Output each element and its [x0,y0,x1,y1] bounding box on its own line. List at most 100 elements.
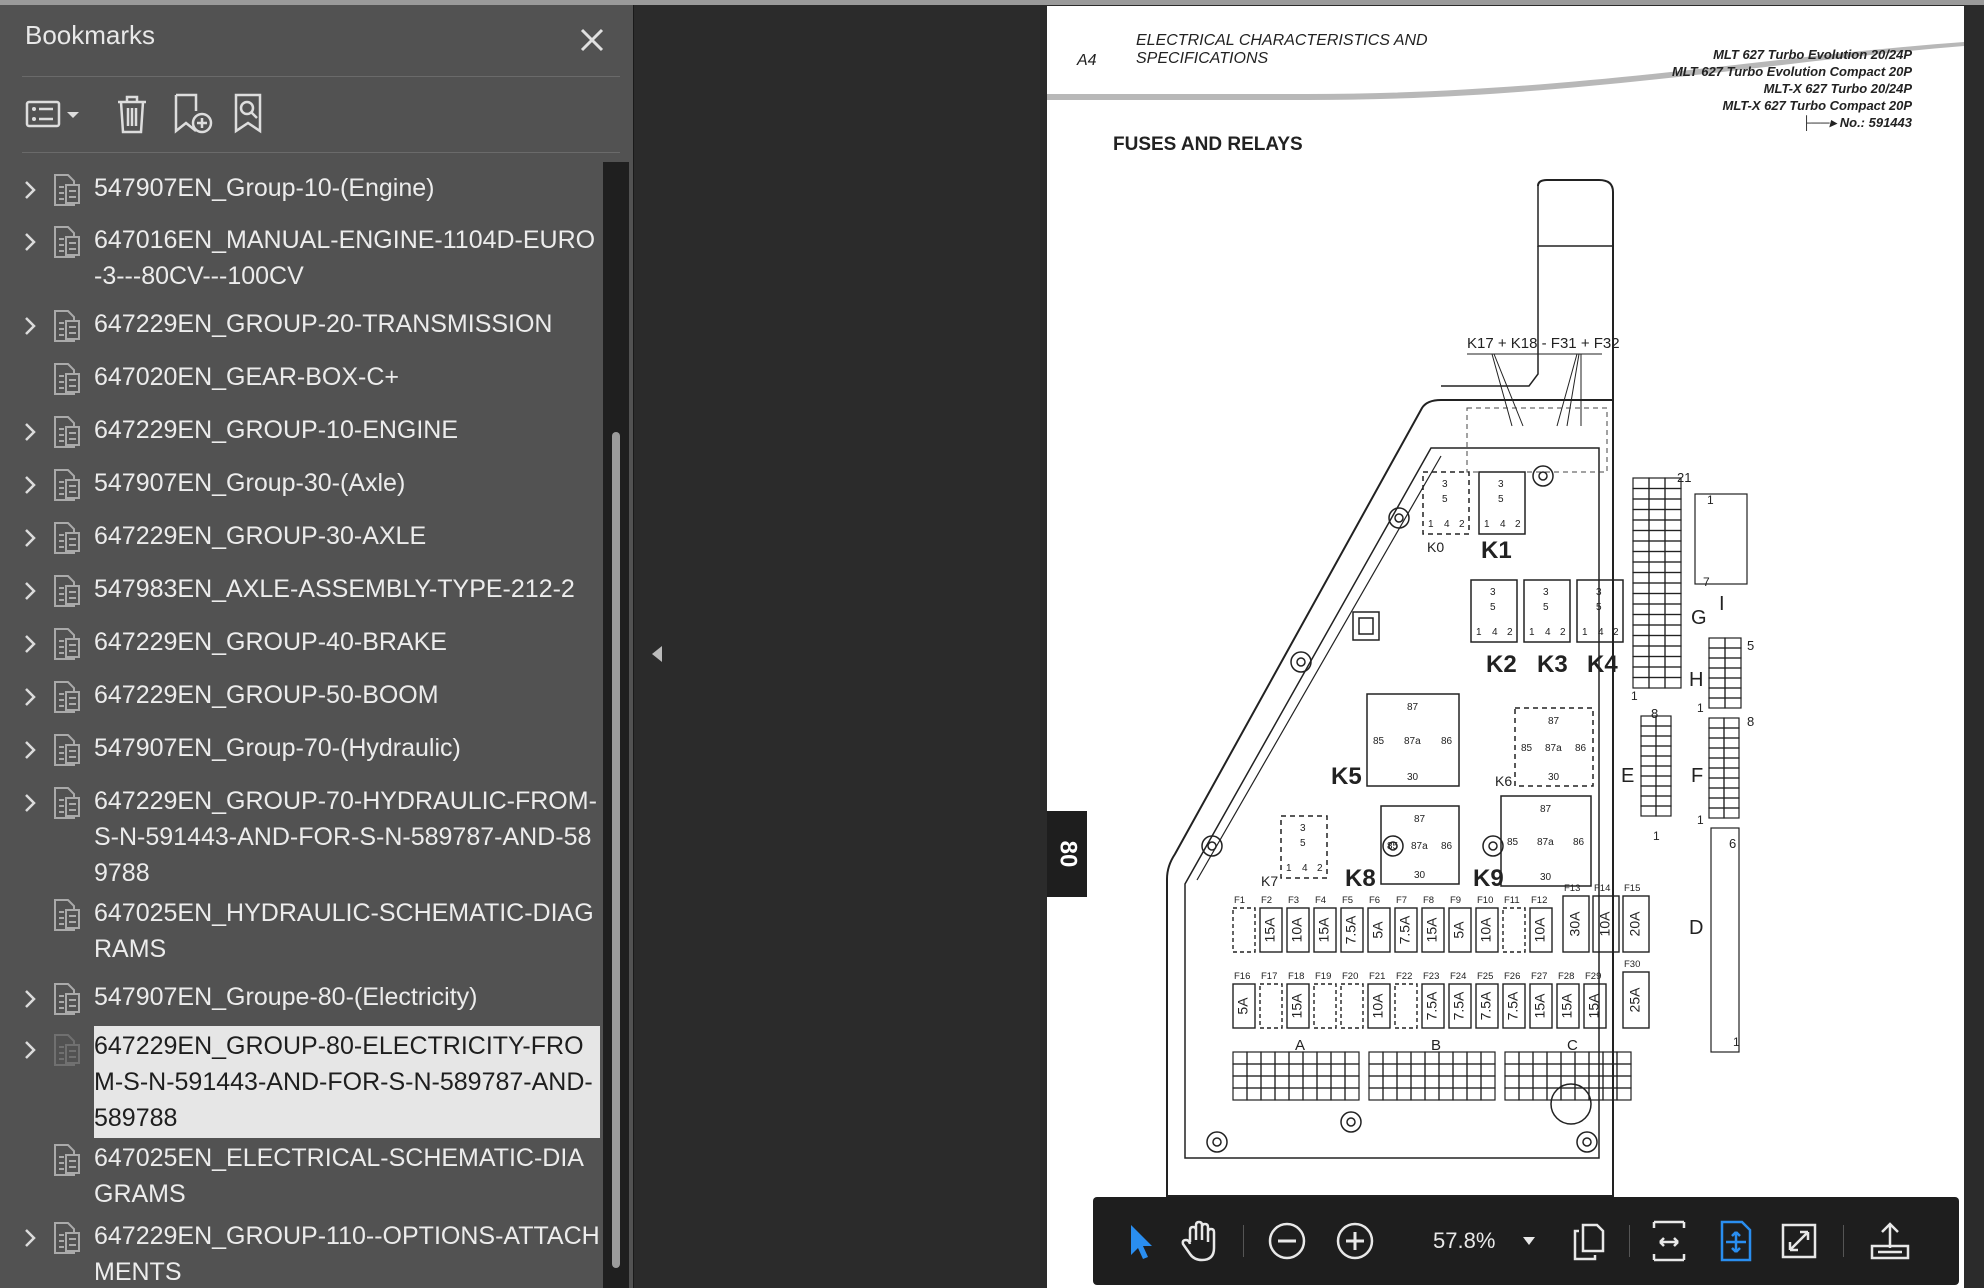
export-icon[interactable] [1863,1215,1917,1267]
relay-pin-label: 85 [1507,837,1519,848]
relay-pin-label: 1 [1582,627,1588,638]
small-relays: 351 4 2351 4 2351 4 2351 4 2351 4 2351 4 2 [1280,471,1624,879]
connector-cell [1664,603,1682,616]
document-icon [52,627,82,661]
connector-cell [1664,666,1682,679]
connector-cell [1640,755,1657,767]
chevron-right-icon[interactable] [20,987,40,1011]
fuse [1394,983,1418,1029]
chevron-right-icon[interactable] [20,1226,40,1250]
zoom-in-icon[interactable] [1329,1215,1381,1267]
hand-pan-icon[interactable] [1173,1215,1227,1267]
select-arrow-icon[interactable] [1117,1215,1161,1267]
fuse-rating: 5A [1370,921,1386,939]
relay-pin-label: 85 [1521,743,1533,754]
pin-number: 7 [1703,575,1710,589]
connector-cell [1640,795,1657,807]
page-view-icon[interactable] [1563,1215,1615,1267]
chevron-right-icon[interactable] [20,230,40,254]
connector-d [1710,827,1740,1053]
connector-cell [1260,1063,1276,1077]
connector-cell [1518,1051,1534,1065]
chevron-right-icon[interactable] [20,685,40,709]
connector-cell [1532,1063,1548,1077]
relay-pin-label: 85 [1387,841,1399,852]
connector-cell [1724,697,1742,709]
chevron-right-icon[interactable] [20,1038,40,1062]
document-icon [52,1033,82,1067]
connector-cell [1648,634,1666,647]
zoom-level-dropdown[interactable]: 57.8% [1419,1215,1537,1267]
pin-number: 8 [1747,714,1754,729]
pin-number: 1 [1653,829,1660,843]
chevron-right-icon[interactable] [20,420,40,444]
chevron-right-icon[interactable] [20,526,40,550]
connector-cell [1466,1087,1482,1101]
connector-cell [1655,745,1672,757]
chevron-right-icon[interactable] [20,473,40,497]
fit-width-icon[interactable] [1643,1215,1695,1267]
chevron-right-icon[interactable] [20,738,40,762]
fuse-id: F23 [1423,971,1439,982]
chevron-down-icon [1523,1237,1535,1245]
bookmark-list: 547907EN_Group-10-(Engine) 647016EN_MANU… [0,156,600,1288]
connector-cell [1723,757,1740,769]
connector-cell [1344,1075,1360,1089]
connector-cell [1655,735,1672,747]
connector-cell [1664,550,1682,563]
fuse-rating: 7.5A [1478,991,1494,1020]
relay-pin-label: 4 [1500,519,1506,530]
fuse-id: F1 [1234,895,1245,906]
connector-cell [1723,807,1740,819]
connector-cell [1664,624,1682,637]
fuse-id: F16 [1234,971,1250,982]
chevron-right-icon[interactable] [20,178,40,202]
fuse-block: F1 F215AF310AF415AF57.5AF65AF77.5AF815AF9… [1232,883,1650,1029]
connector-cell [1452,1063,1468,1077]
chevron-right-icon[interactable] [20,632,40,656]
relay-pin-label: 87a [1411,841,1428,852]
connector-cell [1708,647,1726,659]
close-icon[interactable] [574,22,610,58]
fuse-id: F20 [1342,971,1358,982]
document-icon [52,521,82,555]
connector-cell [1655,805,1672,817]
add-bookmark-icon[interactable] [168,88,218,140]
connector-cell [1723,797,1740,809]
fullscreen-icon[interactable] [1773,1215,1825,1267]
relay-pin-label: 3 [1442,479,1448,490]
chevron-right-icon[interactable] [20,791,40,815]
relay-pin-label: 30 [1407,772,1419,783]
fuse-id: F2 [1261,895,1272,906]
document-icon [52,574,82,608]
connector-cell [1504,1075,1520,1089]
connector-cell [1246,1051,1262,1065]
connector-cell [1546,1075,1562,1089]
scrollbar-thumb[interactable] [612,432,620,1268]
connector-cell [1632,592,1650,605]
connector-cell [1452,1075,1468,1089]
connector-cell [1723,717,1740,729]
list-options-icon[interactable] [22,88,86,140]
connector-cell [1532,1087,1548,1101]
chevron-right-icon[interactable] [20,579,40,603]
connector-cell [1288,1087,1304,1101]
fit-page-icon[interactable] [1709,1215,1761,1267]
trash-icon[interactable] [108,88,156,140]
zoom-out-icon[interactable] [1261,1215,1313,1267]
connector-cell [1708,797,1725,809]
chevron-right-icon[interactable] [20,314,40,338]
connector-cell [1410,1087,1426,1101]
fuse-id: F7 [1396,895,1407,906]
connector-cell [1632,477,1650,490]
relay-pin-label: 87 [1414,814,1426,825]
panel-divider[interactable] [633,0,634,1288]
connector-cell [1648,655,1666,668]
connector-cell [1274,1051,1290,1065]
collapse-panel-icon[interactable] [640,634,674,674]
relay-label: K4 [1587,651,1618,678]
find-bookmark-icon[interactable] [228,88,278,140]
relay-label: K8 [1345,865,1376,892]
connector-cell [1438,1087,1454,1101]
connector-cell [1274,1087,1290,1101]
